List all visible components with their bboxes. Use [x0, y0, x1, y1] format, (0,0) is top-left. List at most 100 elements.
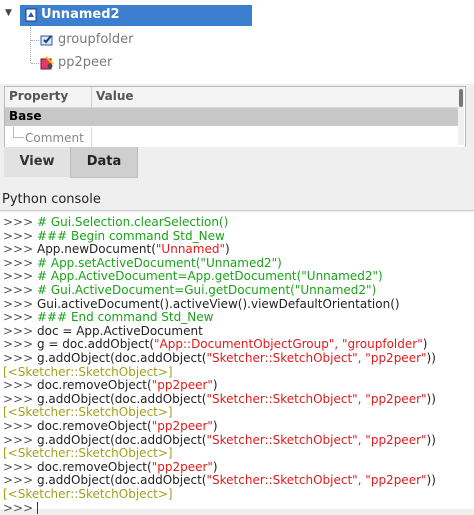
property-scrollbar[interactable]	[458, 87, 464, 145]
console-text: )	[224, 242, 230, 257]
console-text: [<Sketcher::SketchObject>]	[3, 487, 173, 501]
tree-item-pp2peer[interactable]: pp2peer	[58, 55, 112, 70]
console-text: g = doc.addObject(	[36, 337, 155, 352]
console-line: >>> ### End command Std_New	[3, 310, 213, 324]
console-prompt: >>>	[3, 351, 37, 365]
console-prompt: >>>	[3, 255, 37, 270]
value-column-header[interactable]: Value	[96, 89, 134, 103]
console-text: "Sketcher::SketchObject", "pp2peer"	[206, 351, 427, 365]
console-prompt: >>>	[3, 378, 37, 393]
console-prompt: >>>	[3, 473, 37, 488]
console-text: ### End command Std_New	[36, 310, 214, 325]
console-text: # App.setActiveDocument("Unnamed2")	[36, 255, 282, 270]
console-prompt: >>>	[3, 215, 37, 229]
console-prompt: >>>	[3, 419, 37, 433]
property-column-header[interactable]: Property	[9, 89, 68, 103]
console-text: ))	[426, 473, 436, 488]
console-line: >>> g.addObject(doc.addObject("Sketcher:…	[3, 433, 436, 447]
console-prompt: >>>	[3, 323, 37, 338]
console-text: App.newDocument(	[36, 242, 156, 257]
python-console[interactable]: >>> # Gui.Selection.clearSelection() >>> …	[0, 212, 474, 515]
console-prompt: >>>	[3, 269, 37, 284]
console-text: "App::DocumentObjectGroup", "groupfolder…	[154, 337, 423, 352]
console-text: "Unnamed"	[155, 242, 225, 257]
console-text: "pp2peer"	[151, 378, 213, 393]
console-text: g.addObject(doc.addObject(	[36, 432, 207, 447]
console-line: >>> Gui.activeDocument().activeView().vi…	[3, 297, 400, 311]
tree-branch-line	[13, 127, 24, 138]
console-text: [<Sketcher::SketchObject>]	[3, 364, 173, 379]
column-divider[interactable]	[91, 87, 92, 107]
collapse-icon[interactable]: ▼	[5, 8, 12, 18]
console-prompt: >>>	[3, 283, 37, 297]
console-text: # App.ActiveDocument=App.getDocument("Un…	[36, 269, 383, 284]
console-text: g.addObject(doc.addObject(	[36, 473, 207, 488]
property-view: Property Value Base Comment	[4, 86, 466, 148]
console-text: g.addObject(doc.addObject(	[36, 351, 207, 365]
text-cursor	[36, 502, 38, 515]
console-line: >>> ### Begin command Std_New	[3, 229, 225, 243]
column-divider	[91, 127, 92, 147]
console-line: >>> # Gui.Selection.clearSelection()	[3, 215, 228, 229]
console-line: [<Sketcher::SketchObject>]	[3, 365, 173, 379]
console-text: )	[212, 419, 218, 433]
console-prompt: >>>	[3, 242, 37, 257]
console-text: [<Sketcher::SketchObject>]	[3, 446, 173, 461]
console-prompt: >>>	[3, 432, 37, 447]
console-text: "Sketcher::SketchObject", "pp2peer"	[206, 432, 427, 447]
console-line: >>> doc.removeObject("pp2peer")	[3, 378, 218, 392]
scrollbar-thumb[interactable]	[459, 89, 463, 107]
property-header: Property Value	[5, 87, 459, 108]
console-text: )	[422, 337, 428, 352]
console-line: >>> # App.ActiveDocument=App.getDocument…	[3, 269, 383, 283]
console-line: >>> # App.setActiveDocument("Unnamed2")	[3, 256, 282, 270]
console-line: >>> g.addObject(doc.addObject("Sketcher:…	[3, 473, 436, 487]
console-text: ))	[426, 391, 436, 406]
console-title: Python console	[2, 192, 101, 207]
console-line: >>> doc = App.ActiveDocument	[3, 324, 203, 338]
console-line: [<Sketcher::SketchObject>]	[3, 487, 173, 501]
console-text: "Sketcher::SketchObject", "pp2peer"	[206, 391, 427, 406]
console-line: >>> doc.removeObject("pp2peer")	[3, 419, 218, 433]
console-text: Gui.activeDocument().activeView().viewDe…	[36, 296, 400, 311]
divider	[0, 210, 474, 211]
group-folder-icon	[40, 35, 53, 46]
tree-item-groupfolder[interactable]: groupfolder	[58, 32, 134, 47]
tab-data[interactable]: Data	[70, 147, 138, 178]
console-text: doc.removeObject(	[36, 378, 152, 393]
console-line: >>> App.newDocument("Unnamed")	[3, 242, 230, 256]
tab-view[interactable]: View	[4, 147, 70, 177]
console-line: >>>	[3, 501, 38, 515]
view-data-tabs: View Data	[0, 147, 474, 179]
console-text: doc = App.ActiveDocument	[36, 323, 203, 338]
console-line: >>> doc.removeObject("pp2peer")	[3, 460, 218, 474]
console-text: "pp2peer"	[151, 419, 213, 433]
console-prompt: >>>	[3, 500, 37, 515]
console-line: [<Sketcher::SketchObject>]	[3, 446, 173, 460]
console-line: >>> g = doc.addObject("App::DocumentObje…	[3, 337, 427, 351]
console-text: g.addObject(doc.addObject(	[36, 391, 207, 406]
property-group-base[interactable]: Base	[5, 108, 459, 126]
document-icon	[25, 8, 37, 22]
console-text: [<Sketcher::SketchObject>]	[3, 405, 173, 420]
console-text: "pp2peer"	[151, 459, 213, 474]
console-line: >>> # Gui.ActiveDocument=Gui.getDocument…	[3, 283, 376, 297]
tree-item-document-label: Unnamed2	[41, 7, 120, 22]
console-text: doc.removeObject(	[36, 459, 152, 474]
sketch-icon	[40, 56, 54, 70]
console-text: ### Begin command Std_New	[36, 228, 225, 243]
console-text: doc.removeObject(	[36, 419, 152, 433]
console-prompt: >>>	[3, 337, 37, 352]
property-row-comment[interactable]: Comment	[25, 131, 84, 145]
console-line: >>> g.addObject(doc.addObject("Sketcher:…	[3, 351, 436, 365]
console-prompt: >>>	[3, 296, 37, 311]
console-text: )	[212, 378, 218, 393]
console-text: "Sketcher::SketchObject", "pp2peer"	[206, 473, 427, 488]
console-prompt: >>>	[3, 228, 37, 243]
tree-branch-line	[31, 63, 39, 64]
console-text: )	[212, 459, 218, 474]
console-prompt: >>>	[3, 310, 37, 325]
console-text: ))	[426, 351, 436, 365]
property-group-label: Base	[9, 109, 42, 123]
console-text: ))	[426, 432, 436, 447]
